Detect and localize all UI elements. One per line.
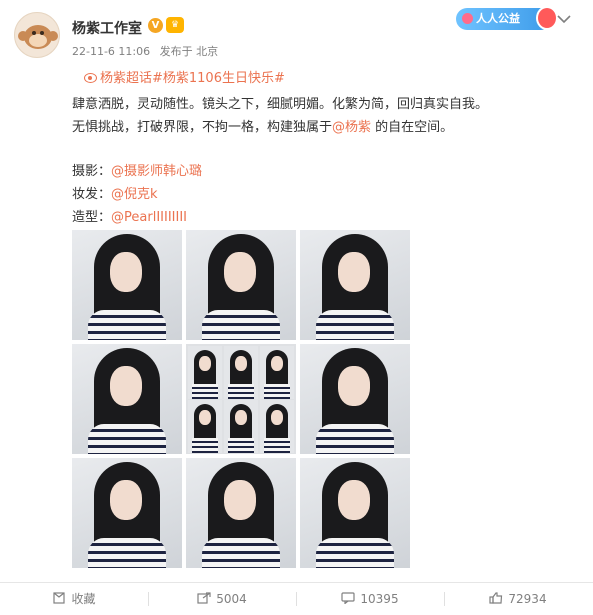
weibo-post: 杨紫工作室 V ♛ 22-11-6 11:06 发布于 北京 人人公益 杨紫超话… [0, 0, 593, 615]
photo-thumbnail[interactable] [72, 344, 182, 454]
avatar-eye-left [32, 31, 36, 35]
mention-link[interactable]: @倪克k [111, 187, 158, 202]
photo-thumbnail[interactable] [300, 344, 410, 454]
post-text-segment: 无惧挑战，打破界限，不拘一格，构建独属于 [72, 120, 333, 135]
credit-photographer: 摄影：@摄影师韩心璐 [72, 160, 202, 179]
photo-thumbnail[interactable] [72, 230, 182, 340]
repost-icon [197, 592, 211, 604]
comment-count: 10395 [360, 592, 399, 606]
post-meta: 22-11-6 11:06 发布于 北京 [72, 43, 224, 59]
mention-link[interactable]: @PearlIIIIIIII [111, 210, 187, 225]
credit-label: 妆发： [72, 187, 112, 202]
comment-button[interactable]: 10395 [296, 583, 444, 615]
credit-styling: 造型：@PearlIIIIIIII [72, 206, 187, 225]
member-crown-icon[interactable]: ♛ [166, 17, 184, 33]
thumbs-up-icon [489, 592, 503, 604]
verified-icon[interactable]: V [148, 18, 163, 33]
credit-label: 摄影： [72, 164, 112, 179]
post-timestamp[interactable]: 22-11-6 11:06 [72, 45, 150, 58]
star-icon [53, 592, 66, 604]
post-text-line-1: 肆意洒脱，灵动随性。镜头之下，细腻明媚。化繁为简，回归真实自我。 [72, 97, 489, 112]
photo-thumbnail-collage[interactable] [186, 344, 296, 454]
charity-badge-label: 人人公益 [476, 12, 520, 25]
heart-icon [462, 13, 473, 24]
repost-button[interactable]: 5004 [148, 583, 296, 615]
like-button[interactable]: 72934 [444, 583, 592, 615]
post-text-line-2: 无惧挑战，打破界限，不拘一格，构建独属于@杨紫 的自在空间。 [72, 116, 453, 135]
chevron-down-icon[interactable] [557, 14, 571, 24]
avatar-eye-right [40, 31, 44, 35]
post-text-segment: 的自在空间。 [371, 120, 454, 135]
photo-thumbnail[interactable] [186, 230, 296, 340]
avatar-muzzle [29, 34, 47, 47]
mention-link[interactable]: @摄影师韩心璐 [111, 164, 202, 179]
credit-label: 造型： [72, 210, 112, 225]
comment-icon [341, 592, 356, 604]
charity-badge[interactable]: 人人公益 [456, 6, 558, 30]
user-name[interactable]: 杨紫工作室 [72, 18, 142, 38]
photo-thumbnail[interactable] [300, 458, 410, 568]
mascot-icon [536, 6, 558, 30]
mention-link[interactable]: @杨紫 [332, 120, 371, 135]
action-bar: 收藏 5004 10395 72934 [0, 582, 593, 615]
super-topic-icon [84, 73, 97, 83]
post-source: 发布于 北京 [159, 45, 219, 58]
favorite-button[interactable]: 收藏 [0, 583, 148, 615]
repost-count: 5004 [216, 592, 247, 606]
photo-thumbnail[interactable] [72, 458, 182, 568]
topic-link-text[interactable]: 杨紫超话#杨紫1106生日快乐# [100, 71, 285, 86]
photo-thumbnail[interactable] [300, 230, 410, 340]
credit-makeup: 妆发：@倪克k [72, 183, 158, 202]
like-count: 72934 [508, 592, 547, 606]
topic-link[interactable]: 杨紫超话#杨紫1106生日快乐# [84, 67, 285, 86]
favorite-label: 收藏 [71, 592, 96, 606]
avatar[interactable] [14, 12, 60, 58]
photo-thumbnail[interactable] [186, 458, 296, 568]
